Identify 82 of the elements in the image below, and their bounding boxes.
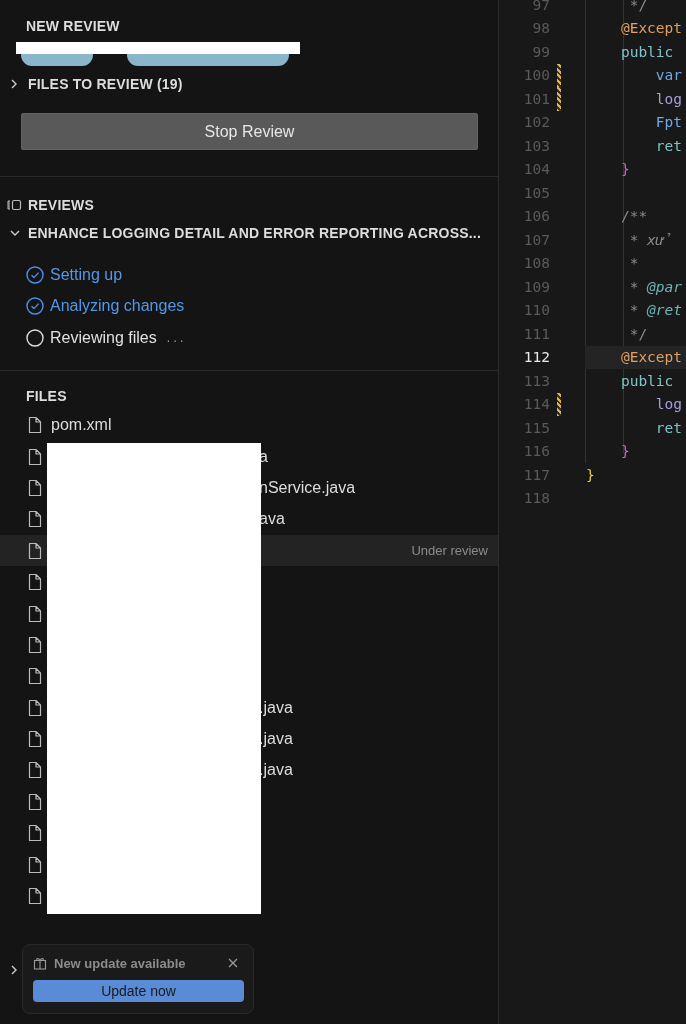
code-line: public bbox=[619, 43, 674, 60]
line-number: 106 bbox=[522, 208, 550, 225]
line-number: 113 bbox=[522, 372, 550, 389]
line-number: 101 bbox=[522, 90, 550, 107]
file-icon bbox=[27, 478, 43, 497]
file-icon bbox=[27, 447, 43, 466]
code-line: * @par bbox=[628, 278, 683, 295]
file-name: nService.java bbox=[259, 478, 356, 497]
file-icon bbox=[27, 635, 43, 654]
file-name: pom.xml bbox=[51, 416, 112, 435]
file-icon bbox=[27, 761, 43, 780]
notification-title: New update available bbox=[54, 955, 186, 971]
line-number: 115 bbox=[522, 419, 550, 436]
file-row[interactable]: .java bbox=[0, 754, 498, 787]
file-icon bbox=[27, 698, 43, 717]
section-title: REVIEWS bbox=[28, 197, 94, 213]
line-number: 103 bbox=[522, 137, 550, 154]
line-number: 107 bbox=[522, 231, 550, 248]
line-number: 99 bbox=[531, 43, 550, 60]
line-number: 98 bbox=[531, 20, 550, 37]
line-number: 117 bbox=[522, 466, 550, 483]
file-icon bbox=[27, 730, 43, 749]
line-number: 118 bbox=[522, 490, 550, 507]
code-line: ret bbox=[654, 137, 683, 154]
code-line: log bbox=[654, 396, 683, 413]
step-label: Reviewing files bbox=[50, 328, 157, 347]
code-line: * xử bbox=[628, 231, 674, 248]
line-number: 116 bbox=[522, 443, 550, 460]
step-label: Analyzing changes bbox=[50, 297, 185, 316]
file-row[interactable]: .java bbox=[0, 692, 498, 724]
code-line: * @ret bbox=[628, 302, 683, 319]
update-now-button[interactable]: Update now bbox=[33, 980, 244, 1002]
section-title: NEW REVIEW bbox=[25, 18, 121, 34]
code-line: } bbox=[619, 161, 630, 178]
code-line: log bbox=[654, 90, 683, 107]
gift-icon bbox=[33, 956, 47, 970]
code-line: ret bbox=[654, 419, 683, 436]
file-name: .java bbox=[259, 730, 293, 749]
review-status: Under review bbox=[411, 543, 488, 559]
file-icon bbox=[27, 604, 43, 623]
code-line: Fpt bbox=[654, 114, 683, 131]
close-icon[interactable] bbox=[227, 957, 239, 969]
file-name: .java bbox=[259, 761, 293, 780]
code-line: } bbox=[586, 466, 595, 483]
code-line: */ bbox=[628, 325, 648, 342]
code-line: /** bbox=[619, 208, 648, 225]
line-number: 109 bbox=[522, 278, 550, 295]
step-label: Setting up bbox=[50, 265, 123, 284]
line-number: 108 bbox=[522, 255, 550, 272]
progress-dots: . . . bbox=[166, 330, 184, 345]
line-number: 114 bbox=[522, 396, 550, 413]
line-number: 111 bbox=[522, 325, 550, 342]
stop-review-button[interactable]: Stop Review bbox=[21, 113, 478, 150]
section-title: FILES bbox=[25, 387, 68, 404]
line-number: 110 bbox=[522, 302, 550, 319]
file-row[interactable]: nService.java bbox=[0, 472, 498, 504]
code-line: @Except bbox=[619, 349, 683, 366]
code-line: * bbox=[628, 255, 639, 272]
line-number: 104 bbox=[522, 161, 550, 178]
line-number: 100 bbox=[522, 67, 550, 84]
panel-icon bbox=[5, 198, 23, 212]
line-number: 102 bbox=[522, 114, 550, 131]
file-icon bbox=[27, 792, 43, 811]
file-icon bbox=[27, 667, 43, 686]
file-name: .java bbox=[259, 698, 293, 717]
file-icon bbox=[27, 855, 43, 874]
file-icon bbox=[27, 824, 43, 843]
files-to-review-toggle[interactable]: FILES TO REVIEW (19) bbox=[28, 76, 183, 92]
code-line: public bbox=[619, 372, 674, 389]
code-line: var bbox=[654, 67, 683, 84]
file-icon bbox=[27, 510, 43, 529]
code-line: } bbox=[619, 443, 630, 460]
file-icon bbox=[27, 573, 43, 592]
file-row[interactable]: pom.xml bbox=[0, 409, 498, 441]
code-line: @Except bbox=[619, 20, 683, 37]
file-icon bbox=[27, 541, 43, 560]
line-number: 105 bbox=[522, 184, 550, 201]
file-icon bbox=[27, 416, 43, 435]
file-icon bbox=[27, 887, 43, 906]
line-number: 112 bbox=[522, 349, 550, 366]
file-row[interactable]: .java bbox=[0, 723, 498, 755]
review-title[interactable]: ENHANCE LOGGING DETAIL AND ERROR REPORTING ACROSS... bbox=[28, 225, 481, 241]
